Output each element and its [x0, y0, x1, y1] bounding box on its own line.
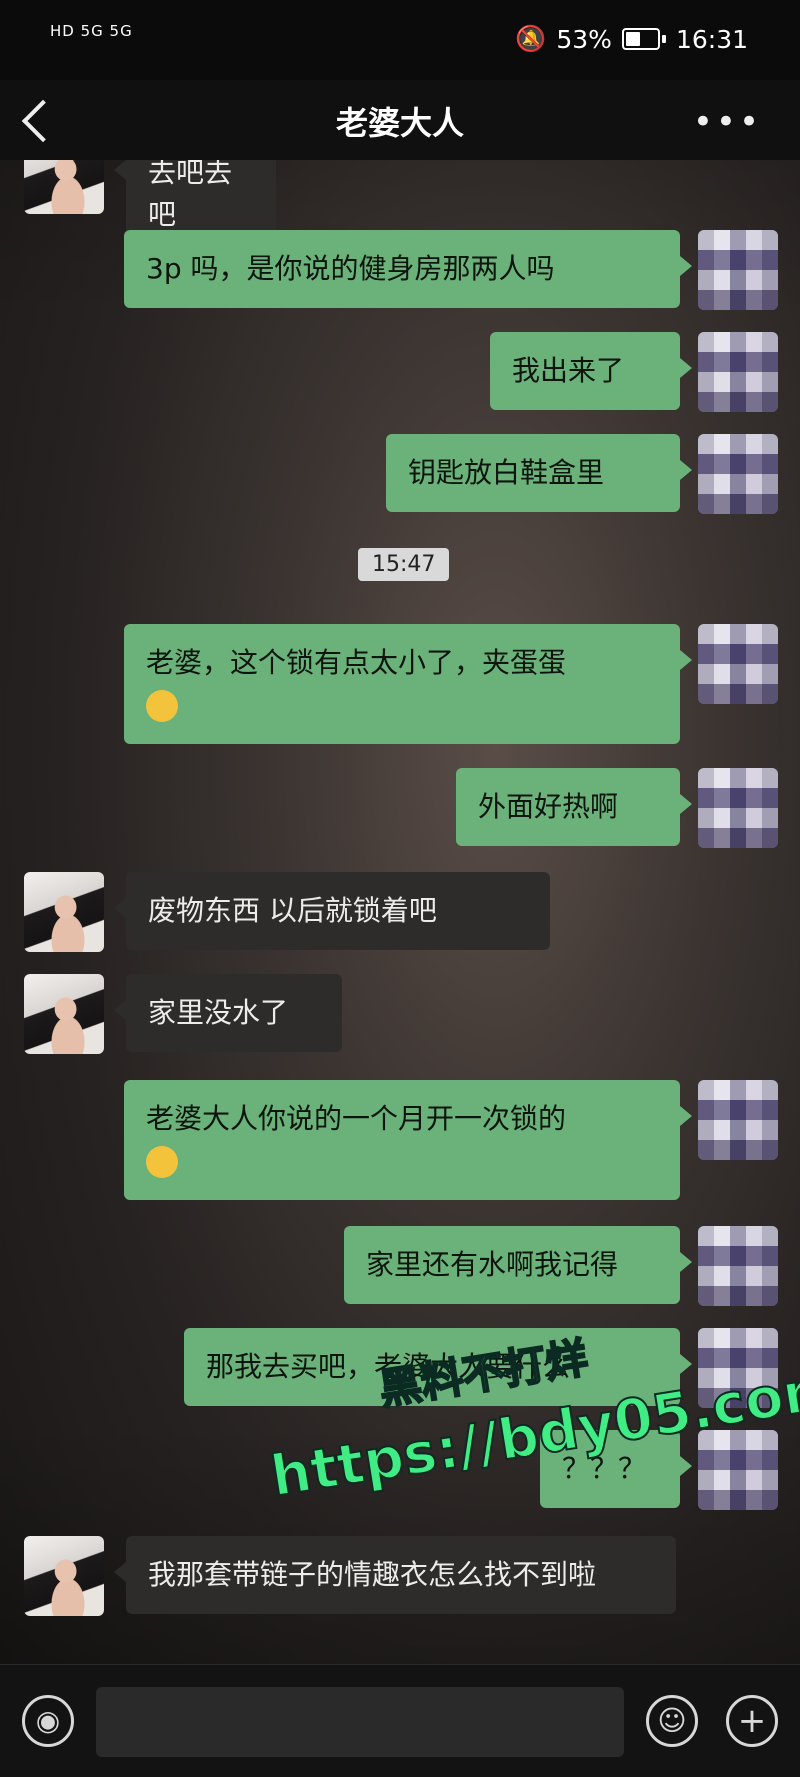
own-avatar[interactable]	[698, 434, 778, 514]
message-bubble[interactable]: 老婆大人你说的一个月开一次锁的	[124, 1080, 692, 1200]
message-text: 去吧去吧	[148, 160, 233, 231]
smile-icon[interactable]: ☺	[646, 1695, 698, 1747]
battery-tip	[661, 35, 666, 43]
own-avatar[interactable]	[698, 624, 778, 704]
message-text: 老婆大人你说的一个月开一次锁的	[146, 1102, 567, 1135]
message-sent: 外面好热啊	[456, 768, 778, 848]
message-text: 外面好热啊	[478, 790, 619, 823]
message-bubble[interactable]: 家里还有水啊我记得	[344, 1226, 692, 1304]
message-bubble[interactable]: 外面好热啊	[456, 768, 692, 846]
message-text: 3p 吗，是你说的健身房那两人吗	[146, 252, 555, 285]
message-bubble[interactable]: 钥匙放白鞋盒里	[386, 434, 692, 512]
own-avatar[interactable]	[698, 332, 778, 412]
message-received: 家里没水了	[24, 974, 342, 1054]
message-received: 废物东西 以后就锁着吧	[24, 872, 550, 952]
voice-icon[interactable]: ◉	[22, 1695, 74, 1747]
sad-emoji	[146, 1146, 178, 1178]
message-sent: 老婆大人你说的一个月开一次锁的	[124, 1080, 778, 1200]
message-text: 钥匙放白鞋盒里	[408, 456, 605, 489]
timestamp: 15:47	[358, 548, 450, 581]
own-avatar[interactable]	[698, 230, 778, 310]
message-received: 我那套带链子的情趣衣怎么找不到啦	[24, 1536, 676, 1616]
plus-icon[interactable]: +	[726, 1695, 778, 1747]
contact-avatar[interactable]	[24, 974, 104, 1054]
message-bubble[interactable]: 3p 吗，是你说的健身房那两人吗	[124, 230, 692, 308]
contact-avatar[interactable]	[24, 872, 104, 952]
message-input[interactable]	[96, 1687, 624, 1757]
signal-indicator: HD 5G 5G	[50, 22, 133, 40]
status-bar: HD 5G 5G 🔕 53% 16:31	[0, 0, 800, 80]
more-horizontal-icon[interactable]: •••	[693, 102, 762, 142]
contact-avatar[interactable]	[24, 1536, 104, 1616]
message-sent: 钥匙放白鞋盒里	[386, 434, 778, 514]
message-text: 我那套带链子的情趣衣怎么找不到啦	[148, 1558, 597, 1591]
own-avatar[interactable]	[698, 1226, 778, 1306]
message-text: 我出来了	[512, 354, 625, 387]
message-text: 老婆，这个锁有点太小了，夹蛋蛋	[146, 646, 567, 679]
own-avatar[interactable]	[698, 1080, 778, 1160]
message-sent: 3p 吗，是你说的健身房那两人吗	[124, 230, 778, 310]
message-bubble[interactable]: 我那套带链子的情趣衣怎么找不到啦	[114, 1536, 676, 1614]
contact-avatar[interactable]	[24, 160, 104, 214]
message-text: 家里没水了	[148, 996, 289, 1029]
own-avatar[interactable]	[698, 1430, 778, 1510]
battery-percent: 53%	[556, 24, 612, 54]
battery-icon	[621, 28, 660, 50]
chat-header: 老婆大人 •••	[0, 80, 800, 160]
message-bubble[interactable]: 老婆，这个锁有点太小了，夹蛋蛋	[124, 624, 692, 744]
cold-sweat-emoji	[146, 690, 178, 722]
message-sent: 老婆，这个锁有点太小了，夹蛋蛋	[124, 624, 778, 744]
message-bubble[interactable]: 家里没水了	[114, 974, 342, 1052]
message-text: 废物东西 以后就锁着吧	[148, 894, 437, 927]
message-text: 家里还有水啊我记得	[366, 1248, 619, 1281]
mute-icon: 🔕	[515, 24, 547, 53]
message-sent: 我出来了	[490, 332, 778, 412]
message-sent: 家里还有水啊我记得	[344, 1226, 778, 1306]
status-right: 🔕 53% 16:31	[515, 24, 748, 54]
clock: 16:31	[675, 24, 748, 54]
message-bubble[interactable]: 废物东西 以后就锁着吧	[114, 872, 550, 950]
input-bar: ◉ ☺ +	[0, 1664, 800, 1777]
chat-title: 老婆大人	[335, 104, 464, 142]
own-avatar[interactable]	[698, 768, 778, 848]
message-bubble[interactable]: 我出来了	[490, 332, 692, 410]
